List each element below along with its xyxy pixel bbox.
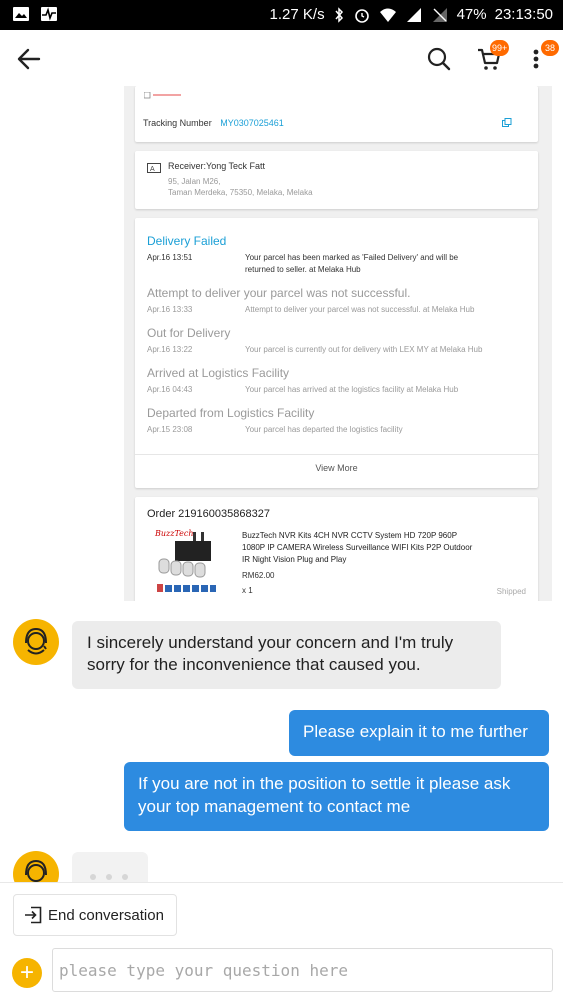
lex-logo-icon [143,86,184,99]
add-attachment-button[interactable]: + [12,958,42,988]
order-card: Order 219160035868327 BuzzTech BuzzTech … [135,497,538,601]
id-card-icon: A [147,163,161,173]
typing-dot [90,874,96,880]
status-bar: 1.27 K/s 47% 23:13:50 [0,0,563,30]
order-number: Order 219160035868327 [147,508,270,520]
product-image: BuzzTech [155,529,217,601]
agent-avatar [13,619,59,665]
shipment-screenshot[interactable]: Tracking Number MY0307025461 A Receiver:… [124,86,552,601]
message-input[interactable] [52,948,553,992]
event-date: Apr.15 23:08 [147,425,193,434]
event-description: Your parcel has departed the logistics f… [245,425,403,434]
product-title-line-1[interactable]: BuzzTech NVR Kits 4CH NVR CCTV System HD… [242,531,457,540]
exit-icon [25,906,42,924]
user-message-text: Please explain it to me further [303,722,528,741]
network-speed: 1.27 K/s [269,6,325,23]
tracking-number: MY0307025461 [220,118,284,128]
typing-dot [106,874,112,880]
alarm-icon [354,8,369,23]
tracking-label: Tracking Number [143,118,212,128]
event-description: Your parcel has arrived at the logistics… [245,385,459,394]
event-description: Your parcel has been marked as 'Failed D… [245,253,459,262]
tracking-timeline-card: Delivery Failed Apr.16 13:51 Your parcel… [135,218,538,488]
event-description: Your parcel is currently out for deliver… [245,345,483,354]
product-price: RM62.00 [242,571,275,580]
address-line-2: Taman Merdeka, 75350, Melaka, Melaka [168,188,313,197]
agent-message-line-2: sorry for the inconvenience that caused … [87,655,421,674]
event-date: Apr.16 13:51 [147,253,193,262]
event-description: Attempt to deliver your parcel was not s… [245,305,475,314]
event-title: Out for Delivery [147,326,231,340]
event-description-continued: returned to seller. at Melaka Hub [245,265,361,274]
event-title: Attempt to deliver your parcel was not s… [147,286,411,300]
product-title-line-3[interactable]: IR Night Vision Plug and Play [242,555,346,564]
event-title: Delivery Failed [147,234,227,248]
user-message-line-2: your top management to contact me [138,797,411,816]
wifi-icon [379,8,396,22]
notification-count-badge: 38 [541,40,559,56]
divider [135,454,538,455]
receiver-card: A Receiver:Yong Teck Fatt 95, Jalan M26,… [135,151,538,209]
image-notification-icon [13,7,29,21]
event-date: Apr.16 13:22 [147,345,193,354]
signal-disabled-icon [432,7,447,22]
agent-message-bubble: I sincerely understand your concern and … [72,621,501,689]
battery-level: 47% [456,6,487,23]
view-more-link[interactable]: View More [135,463,538,473]
search-icon[interactable] [426,46,452,72]
tracking-card: Tracking Number MY0307025461 [135,86,538,142]
product-quantity: x 1 [242,586,253,595]
event-title: Arrived at Logistics Facility [147,366,290,380]
user-message-bubble: Please explain it to me further [289,710,549,756]
product-title-line-2[interactable]: 1080P IP CAMERA Wireless Surveillance WI… [242,543,472,552]
address-line-1: 95, Jalan M26, [168,177,221,186]
event-title: Departed from Logistics Facility [147,406,315,420]
svg-text:A: A [150,166,155,173]
order-status: Shipped [496,587,526,596]
chat-input-bar: End conversation + [0,882,563,1000]
end-conversation-button[interactable]: End conversation [13,894,177,936]
bluetooth-icon [335,6,343,23]
event-date: Apr.16 13:33 [147,305,193,314]
agent-headset-icon [25,627,47,655]
back-arrow-icon[interactable] [16,46,42,72]
user-message-line-1: If you are not in the position to settle… [138,774,511,793]
copy-icon[interactable] [502,118,512,128]
clock: 23:13:50 [494,6,553,23]
typing-dot [122,874,128,880]
activity-notification-icon [41,7,57,21]
agent-message-line-1: I sincerely understand your concern and … [87,633,454,652]
app-bar: 99+ 38 [0,30,563,90]
signal-icon [406,7,421,22]
user-message-bubble: If you are not in the position to settle… [124,762,549,831]
event-date: Apr.16 04:43 [147,385,193,394]
receiver-name: Receiver:Yong Teck Fatt [168,161,266,171]
end-conversation-label: End conversation [48,906,164,924]
cart-count-badge: 99+ [490,40,510,56]
chat-screen: 1.27 K/s 47% 23:13:50 99+ 38 Tracking Nu… [0,0,563,1000]
